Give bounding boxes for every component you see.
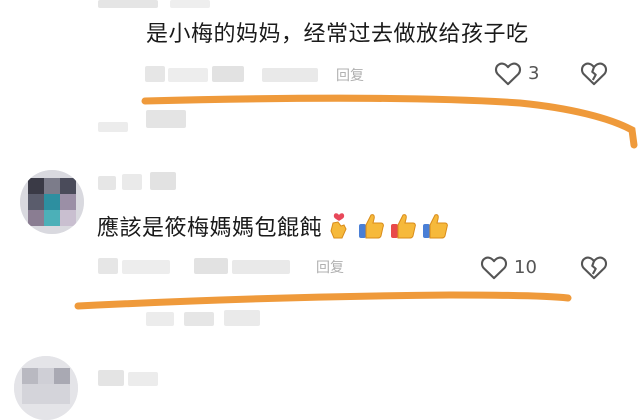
blurred-date [168,68,208,82]
blurred-location [194,258,228,274]
blurred-date [145,66,165,82]
comment-body: 應該是筱梅媽媽包餛飩 [97,210,450,242]
underline-stroke-1 [141,94,638,149]
annotation-underline-strokes [74,94,638,310]
dislike-button[interactable] [580,254,608,280]
thumbs-up-emoji [391,214,416,239]
blurred-username [122,174,142,190]
blurred-date [98,258,118,274]
underline-stroke-2 [74,291,572,310]
heart-outline-icon [480,256,508,280]
blurred-text-fragment [184,312,214,326]
blurred-username [98,176,116,190]
blurred-username [150,172,176,190]
blurred-location [262,68,318,82]
avatar[interactable] [20,170,84,234]
blurred-text-fragment [146,312,174,326]
thumbs-up-emoji [359,214,384,239]
like-button[interactable]: 10 [480,254,537,280]
avatar[interactable] [14,356,78,420]
blurred-text-fragment [170,0,210,8]
dislike-button[interactable] [580,60,608,86]
blurred-username [128,372,158,386]
like-button[interactable]: 3 [494,60,539,86]
blurred-username [98,370,124,386]
blurred-date [122,260,170,274]
heart-outline-icon [494,62,522,86]
blurred-text-fragment [98,0,158,8]
blurred-location [232,260,290,274]
blurred-text-fragment [98,122,128,132]
love-you-hand-emoji [330,213,347,239]
like-count: 3 [528,62,540,84]
thumbs-up-emoji [423,214,448,239]
blurred-text-fragment [224,310,260,326]
reply-button[interactable]: 回复 [336,65,364,85]
reply-button[interactable]: 回复 [316,257,344,277]
broken-heart-icon [580,62,608,86]
comment-body: 是小梅的妈妈，经常过去做放给孩子吃 [146,22,529,47]
like-count: 10 [514,256,537,278]
broken-heart-icon [580,256,608,280]
comment-body-text: 應該是筱梅媽媽包餛飩 [97,216,323,241]
blurred-text-fragment [146,110,186,128]
blurred-date [212,66,244,82]
